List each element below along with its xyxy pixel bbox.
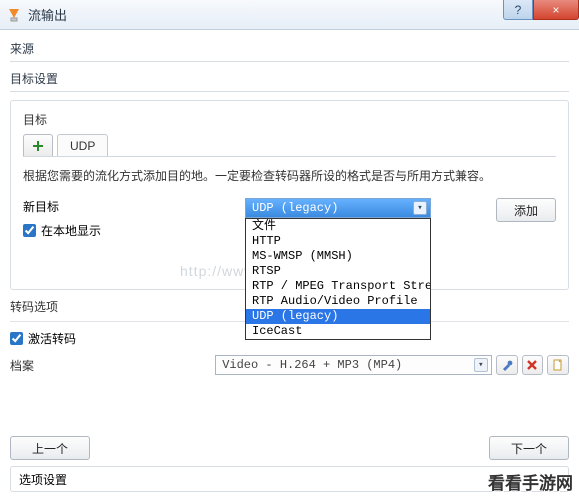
dropdown-option[interactable]: RTP / MPEG Transport Stream xyxy=(246,279,430,294)
new-target-label: 新目标 xyxy=(23,198,231,215)
options-label: 选项设置 xyxy=(19,471,67,488)
window-title: 流输出 xyxy=(28,5,67,24)
app-icon xyxy=(6,7,22,23)
dest-desc: 根据您需要的流化方式添加目的地。一定要检查转码器所设的格式是否与所用方式兼容。 xyxy=(23,167,556,184)
content: 来源 目标设置 目标 UDP 根据您需要的流化方式添加目的地。一定要检查转码器所… xyxy=(0,30,579,375)
dest-label: 目标 xyxy=(23,111,556,128)
profile-select[interactable]: Video - H.264 + MP3 (MP4) ▾ xyxy=(215,355,492,375)
activate-transcode-label: 激活转码 xyxy=(28,330,76,347)
dropdown-option[interactable]: IceCast xyxy=(246,324,430,339)
dest-tabs: UDP xyxy=(23,134,556,157)
activate-transcode-checkbox[interactable] xyxy=(10,332,23,345)
divider xyxy=(10,91,569,92)
options-section: 选项设置 xyxy=(10,466,569,492)
archive-label: 档案 xyxy=(10,357,215,374)
dropdown-option[interactable]: MS-WMSP (MMSH) xyxy=(246,249,430,264)
dropdown-option[interactable]: HTTP xyxy=(246,234,430,249)
dropdown-option[interactable]: RTSP xyxy=(246,264,430,279)
dropdown-option[interactable]: RTP Audio/Video Profile xyxy=(246,294,430,309)
tab-udp[interactable]: UDP xyxy=(57,134,108,156)
divider xyxy=(10,61,569,62)
dropdown-option[interactable]: UDP (legacy) xyxy=(246,309,430,324)
tab-label: UDP xyxy=(70,139,95,153)
profile-delete-button[interactable] xyxy=(522,355,544,375)
archive-row: 档案 Video - H.264 + MP3 (MP4) ▾ xyxy=(10,355,569,375)
new-icon xyxy=(552,359,564,371)
footer-buttons: 上一个 下一个 xyxy=(10,436,569,460)
profile-tool-button[interactable] xyxy=(496,355,518,375)
delete-icon xyxy=(526,359,538,371)
source-label: 来源 xyxy=(10,40,569,57)
new-target-select-wrap: UDP (legacy) ▾ 文件 HTTP MS-WMSP (MMSH) RT… xyxy=(245,198,431,218)
dropdown-option[interactable]: 文件 xyxy=(246,219,430,234)
chevron-down-icon: ▾ xyxy=(413,201,427,215)
select-value: UDP (legacy) xyxy=(252,201,338,215)
new-target-row: 新目标 UDP (legacy) ▾ 文件 HTTP MS-WMSP (MMSH… xyxy=(23,198,556,222)
brand-watermark: 看看手游网 xyxy=(488,469,573,494)
chevron-down-icon: ▾ xyxy=(474,358,488,372)
tab-add-button[interactable] xyxy=(23,134,53,156)
next-button[interactable]: 下一个 xyxy=(489,436,569,460)
tool-icon xyxy=(501,359,513,371)
new-target-select[interactable]: UDP (legacy) ▾ xyxy=(245,198,431,218)
titlebar: 流输出 ? × xyxy=(0,0,579,30)
dest-panel: 目标 UDP 根据您需要的流化方式添加目的地。一定要检查转码器所设的格式是否与所… xyxy=(10,100,569,290)
profile-value: Video - H.264 + MP3 (MP4) xyxy=(222,358,402,372)
profile-new-button[interactable] xyxy=(547,355,569,375)
close-button[interactable]: × xyxy=(533,0,579,20)
local-display-checkbox[interactable] xyxy=(23,224,36,237)
window-controls: ? × xyxy=(503,0,579,20)
target-settings-label: 目标设置 xyxy=(10,70,569,87)
local-display-label: 在本地显示 xyxy=(41,222,101,239)
add-button[interactable]: 添加 xyxy=(496,198,556,222)
help-button[interactable]: ? xyxy=(503,0,533,20)
new-target-dropdown: 文件 HTTP MS-WMSP (MMSH) RTSP RTP / MPEG T… xyxy=(245,218,431,340)
prev-button[interactable]: 上一个 xyxy=(10,436,90,460)
